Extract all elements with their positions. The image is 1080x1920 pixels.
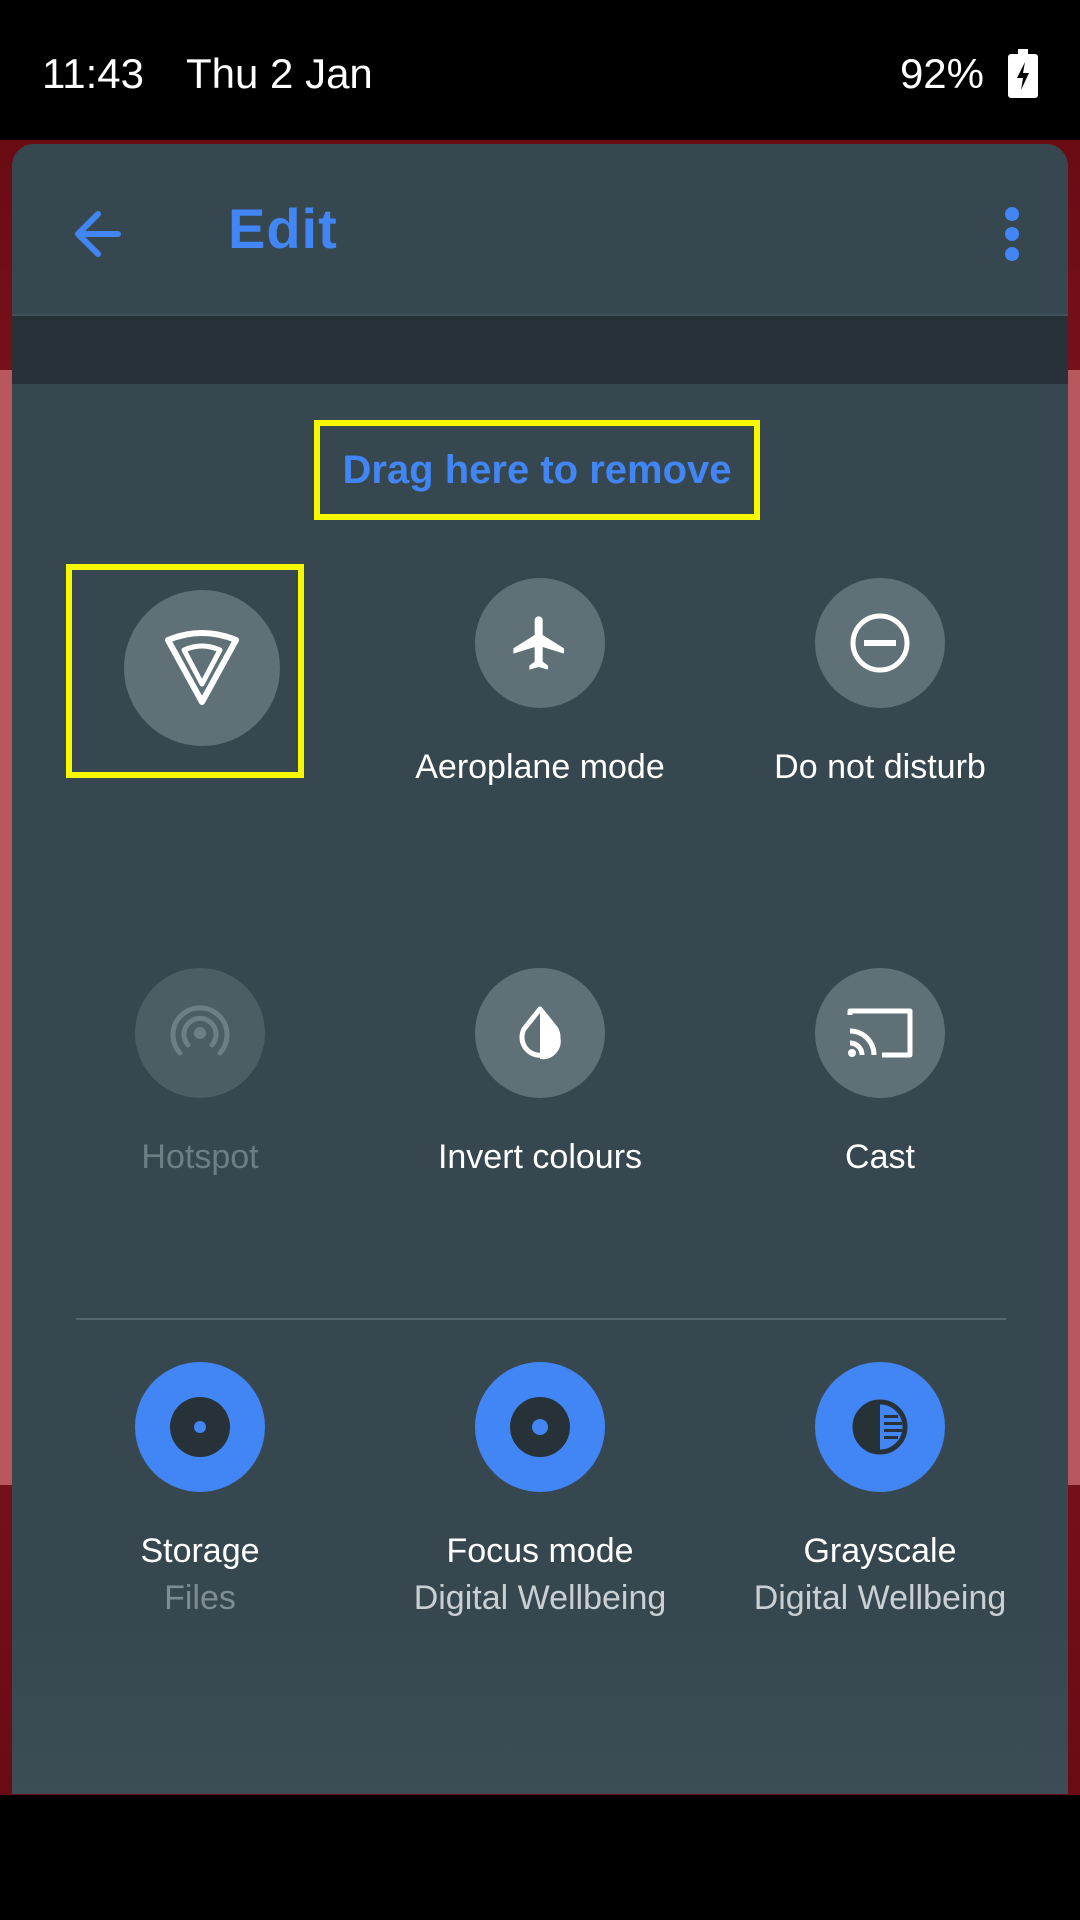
- tile-focus-circle: [475, 1362, 605, 1492]
- more-options-button[interactable]: [982, 196, 1042, 272]
- selected-tile-highlight: [66, 564, 304, 778]
- tile-focus-mode[interactable]: Focus mode Digital Wellbeing: [390, 1362, 690, 1622]
- tile-cast-circle: [815, 968, 945, 1098]
- back-button[interactable]: [62, 196, 138, 272]
- tile-hotspot-circle: [135, 968, 265, 1098]
- tile-sublabel: Files: [164, 1579, 236, 1617]
- airplane-icon: [513, 616, 564, 670]
- tile-label: Grayscale: [803, 1532, 957, 1570]
- drag-remove-label: Drag here to remove: [342, 447, 732, 492]
- storage-icon: [170, 1397, 230, 1457]
- status-bar: 11:43 Thu 2 Jan 92%: [0, 0, 1080, 140]
- toolbar: Edit: [12, 144, 1068, 314]
- page-title: Edit: [228, 197, 338, 260]
- status-date: Thu 2 Jan: [186, 50, 373, 97]
- arrow-back-icon: [75, 211, 121, 257]
- tile-storage[interactable]: Storage Files: [50, 1362, 350, 1622]
- hotspot-icon: [170, 1005, 230, 1056]
- tile-do-not-disturb[interactable]: Do not disturb: [730, 578, 1030, 838]
- tile-aeroplane-mode[interactable]: Aeroplane mode: [390, 578, 690, 838]
- tile-label: Invert colours: [437, 1138, 643, 1176]
- focus-mode-icon: [510, 1397, 570, 1457]
- battery-percent: 92%: [899, 50, 984, 97]
- tile-sublabel: Digital Wellbeing: [413, 1579, 667, 1617]
- grayscale-icon: [852, 1399, 908, 1455]
- tile-storage-circle: [135, 1362, 265, 1492]
- drag-remove-zone[interactable]: Drag here to remove: [314, 420, 760, 520]
- more-vert-icon: [1005, 207, 1019, 261]
- tile-grayscale-circle: [815, 1362, 945, 1492]
- toolbar-divider: [12, 314, 1068, 384]
- tile-label: Focus mode: [446, 1532, 634, 1570]
- tile-hotspot[interactable]: Hotspot: [50, 968, 350, 1228]
- status-time: 11:43: [42, 50, 144, 97]
- tile-invert-circle: [475, 968, 605, 1098]
- tile-invert-colours[interactable]: Invert colours: [390, 968, 690, 1228]
- panel-bottom: [12, 1624, 1068, 1794]
- tiles-separator: [76, 1318, 1006, 1320]
- cast-icon: [847, 1008, 913, 1058]
- tile-label: Hotspot: [141, 1138, 259, 1176]
- tile-label: Do not disturb: [774, 748, 986, 786]
- tile-label: Aeroplane mode: [415, 748, 665, 786]
- tile-label: Cast: [845, 1138, 915, 1176]
- battery-charging-icon: [1008, 49, 1038, 98]
- tile-aeroplane-circle: [475, 578, 605, 708]
- do-not-disturb-icon: [850, 613, 910, 673]
- edit-panel: Edit Drag here to remove Aeroplane mode …: [12, 144, 1068, 1794]
- tile-cast[interactable]: Cast: [730, 968, 1030, 1228]
- tile-grayscale[interactable]: Grayscale Digital Wellbeing: [730, 1362, 1030, 1622]
- tile-sublabel: Digital Wellbeing: [753, 1579, 1007, 1617]
- tile-dnd-circle: [815, 578, 945, 708]
- tile-label: Storage: [140, 1532, 260, 1570]
- invert-colours-icon: [519, 1006, 561, 1060]
